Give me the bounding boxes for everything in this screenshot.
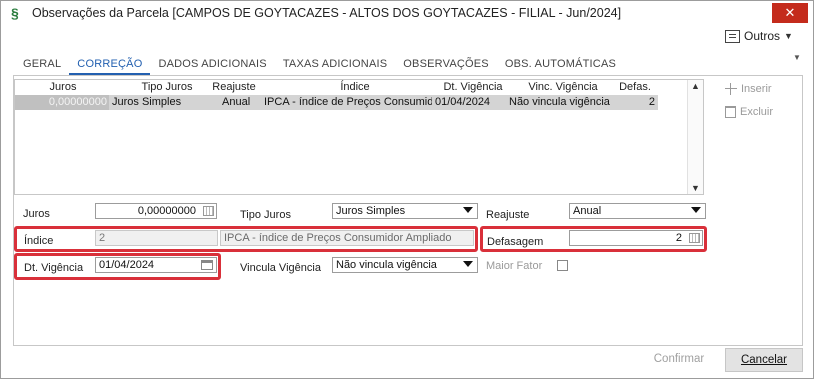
indice-label: Índice (24, 235, 54, 247)
cancel-label: Cancelar (740, 354, 788, 366)
grid-header: Juros Tipo Juros Reajuste Índice Dt. Vig… (15, 80, 687, 94)
calculator-icon[interactable] (689, 233, 700, 243)
tipo-juros-label: Tipo Juros (240, 209, 291, 221)
app-logo-icon: § (11, 5, 19, 21)
maior-fator-checkbox[interactable] (557, 260, 568, 271)
cell-defas: 2 (648, 96, 655, 108)
juros-label: Juros (23, 208, 50, 220)
tab-correcao[interactable]: CORREÇÃO (69, 57, 151, 75)
cell-vinc-vigencia: Não vincula vigência (509, 96, 610, 108)
vincula-vigencia-select[interactable]: Não vincula vigência (332, 257, 478, 273)
column-header-defas[interactable]: Defas. (615, 81, 655, 93)
column-header-juros[interactable]: Juros (23, 81, 103, 93)
indice-description-field: IPCA - índice de Preços Consumidor Ampli… (220, 230, 474, 246)
plus-icon (725, 83, 737, 95)
chevron-down-icon[interactable]: ▼ (691, 183, 700, 193)
tab-obs-automaticas[interactable]: OBS. AUTOMÁTICAS (497, 57, 624, 75)
juros-field[interactable]: 0,00000000 (95, 203, 217, 219)
column-header-indice[interactable]: Índice (275, 81, 435, 93)
reajuste-label: Reajuste (486, 209, 530, 221)
indice-code-field[interactable]: 2 (95, 230, 218, 246)
outros-menu-button[interactable]: Outros ▼ (725, 29, 793, 43)
calculator-icon[interactable] (203, 206, 214, 216)
tipo-juros-select[interactable]: Juros Simples (332, 203, 478, 219)
correcao-grid[interactable]: Juros Tipo Juros Reajuste Índice Dt. Vig… (14, 79, 704, 195)
indice-description-value: IPCA - índice de Preços Consumidor Ampli… (224, 232, 452, 244)
insert-button[interactable]: Inserir (725, 83, 772, 95)
cancel-button[interactable]: Cancelar (725, 348, 803, 372)
chevron-down-icon: ▼ (784, 31, 793, 41)
close-icon: ✕ (784, 5, 796, 20)
cell-tipo-juros: Juros Simples (112, 96, 182, 108)
dropdown-arrow-icon (463, 261, 473, 267)
window-title: Observações da Parcela [CAMPOS DE GOYTAC… (32, 6, 622, 20)
chevron-up-icon[interactable]: ▲ (691, 81, 700, 91)
reajuste-select[interactable]: Anual (569, 203, 706, 219)
tab-dados-adicionais[interactable]: DADOS ADICIONAIS (150, 57, 274, 75)
column-header-vinc-vigencia[interactable]: Vinc. Vigência (513, 81, 613, 93)
dt-vigencia-value: 01/04/2024 (99, 259, 155, 271)
close-button[interactable]: ✕ (772, 3, 808, 23)
grid-scrollbar[interactable]: ▲ ▼ (687, 80, 703, 194)
tab-geral[interactable]: GERAL (15, 57, 69, 75)
maior-fator-label: Maior Fator (486, 260, 543, 272)
column-header-reajuste[interactable]: Reajuste (209, 81, 259, 93)
cell-reajuste: Anual (222, 96, 251, 108)
dt-vigencia-label: Dt. Vigência (24, 262, 84, 274)
defasagem-label: Defasagem (487, 236, 544, 248)
trash-icon (725, 106, 736, 118)
tab-observacoes[interactable]: OBSERVAÇÕES (395, 57, 497, 75)
defasagem-field[interactable]: 2 (569, 230, 703, 246)
vincula-vigencia-label: Vincula Vigência (240, 262, 321, 274)
cell-indice: IPCA - índice de Preços Consumidor Ampli… (264, 96, 432, 108)
title-bar: § Observações da Parcela [CAMPOS DE GOYT… (1, 1, 813, 25)
vincula-vigencia-value: Não vincula vigência (336, 259, 437, 271)
defasagem-value: 2 (675, 232, 682, 244)
dropdown-arrow-icon (691, 207, 701, 213)
confirm-label: Confirmar (653, 353, 705, 365)
dt-vigencia-field[interactable]: 01/04/2024 (95, 257, 217, 273)
juros-value: 0,00000000 (137, 205, 196, 217)
cell-juros: 0,00000000 (15, 95, 109, 110)
delete-label: Excluir (740, 106, 774, 118)
observacoes-parcela-window: § Observações da Parcela [CAMPOS DE GOYT… (0, 0, 814, 379)
indice-code-value: 2 (99, 232, 106, 244)
insert-label: Inserir (741, 83, 772, 95)
column-header-dt-vigencia[interactable]: Dt. Vigência (435, 81, 511, 93)
column-header-tipo-juros[interactable]: Tipo Juros (127, 81, 207, 93)
tipo-juros-value: Juros Simples (336, 205, 406, 217)
confirm-button[interactable]: Confirmar (644, 348, 714, 372)
reajuste-value: Anual (573, 205, 602, 217)
outros-label: Outros (744, 29, 781, 43)
dropdown-arrow-icon (463, 207, 473, 213)
collapse-chevron-icon[interactable]: ▼ (793, 53, 801, 62)
tab-taxas-adicionais[interactable]: TAXAS ADICIONAIS (275, 57, 395, 75)
delete-button[interactable]: Excluir (725, 106, 773, 118)
cell-dt-vigencia: 01/04/2024 (435, 96, 491, 108)
table-row[interactable]: 0,00000000 Juros Simples Anual IPCA - ín… (15, 95, 658, 110)
list-icon (725, 29, 740, 43)
tab-bar: GERAL CORREÇÃO DADOS ADICIONAIS TAXAS AD… (15, 57, 624, 75)
calendar-icon[interactable] (201, 260, 213, 270)
